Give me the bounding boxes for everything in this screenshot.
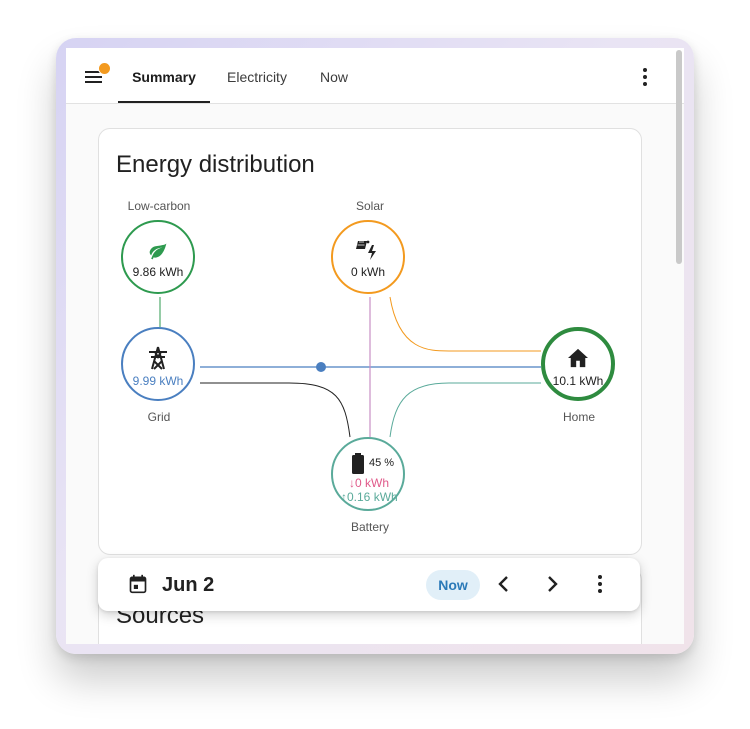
solar-power-icon xyxy=(356,240,376,260)
lowcarbon-label: Low-carbon xyxy=(127,199,191,213)
selected-date[interactable]: Jun 2 xyxy=(162,574,214,597)
energy-distribution-card: Energy distribution Low-carbon 9.86 kWh xyxy=(98,128,642,555)
lowcarbon-value: 9.86 kWh xyxy=(132,265,184,279)
home-icon xyxy=(568,348,588,368)
transmission-tower-icon xyxy=(149,346,167,370)
now-button[interactable]: Now xyxy=(426,570,480,600)
active-tab-indicator xyxy=(118,101,210,103)
scrollbar-thumb[interactable] xyxy=(676,50,682,264)
battery-percent: 45 % xyxy=(369,457,395,469)
menu-icon-bar xyxy=(85,76,102,78)
lowcarbon-node[interactable]: 9.86 kWh xyxy=(121,220,195,294)
solar-label: Solar xyxy=(355,199,384,213)
overflow-menu-button[interactable] xyxy=(638,66,652,88)
flow-grid-battery xyxy=(200,382,351,438)
flow-dot xyxy=(316,362,326,372)
more-vertical-icon xyxy=(643,68,647,72)
solar-value: 0 kWh xyxy=(350,265,385,279)
grid-node[interactable]: 9.99 kWh xyxy=(121,327,195,401)
chevron-right-icon[interactable] xyxy=(540,572,564,596)
battery-charge-out-value: 0.16 kWh xyxy=(347,490,398,504)
tab-summary[interactable]: Summary xyxy=(118,48,210,103)
home-value: 10.1 kWh xyxy=(552,374,604,388)
chevron-left-icon[interactable] xyxy=(492,572,516,596)
more-vertical-icon[interactable] xyxy=(588,572,612,596)
top-app-bar: Summary Electricity Now xyxy=(66,48,684,104)
menu-icon-bar xyxy=(85,81,102,83)
battery-charge-out: ↑0.16 kWh xyxy=(341,490,398,504)
battery-charge-in: ↓0 kWh xyxy=(349,476,389,490)
date-selection-bar: Jun 2 Now xyxy=(98,558,640,611)
calendar-icon[interactable] xyxy=(128,574,148,594)
home-node[interactable]: 10.1 kWh xyxy=(541,327,615,401)
leaf-icon xyxy=(149,243,167,260)
tab-electricity[interactable]: Electricity xyxy=(216,48,298,103)
solar-node[interactable]: 0 kWh xyxy=(331,220,405,294)
battery-node[interactable]: 45 % ↓0 kWh ↑0.16 kWh xyxy=(331,437,405,511)
grid-label: Grid xyxy=(147,410,171,424)
tab-now[interactable]: Now xyxy=(310,48,358,103)
notification-badge xyxy=(98,62,111,75)
more-dot xyxy=(643,75,647,79)
battery-label: Battery xyxy=(350,520,389,534)
battery-charge-in-value: 0 kWh xyxy=(355,476,390,490)
more-dot xyxy=(643,82,647,86)
menu-button[interactable] xyxy=(84,62,111,88)
flow-solar-home xyxy=(389,296,541,352)
home-label: Home xyxy=(562,410,595,424)
grid-value: 9.99 kWh xyxy=(132,374,184,388)
battery-icon xyxy=(352,453,364,474)
app-screen: Summary Electricity Now Sources Energy d… xyxy=(66,48,684,644)
